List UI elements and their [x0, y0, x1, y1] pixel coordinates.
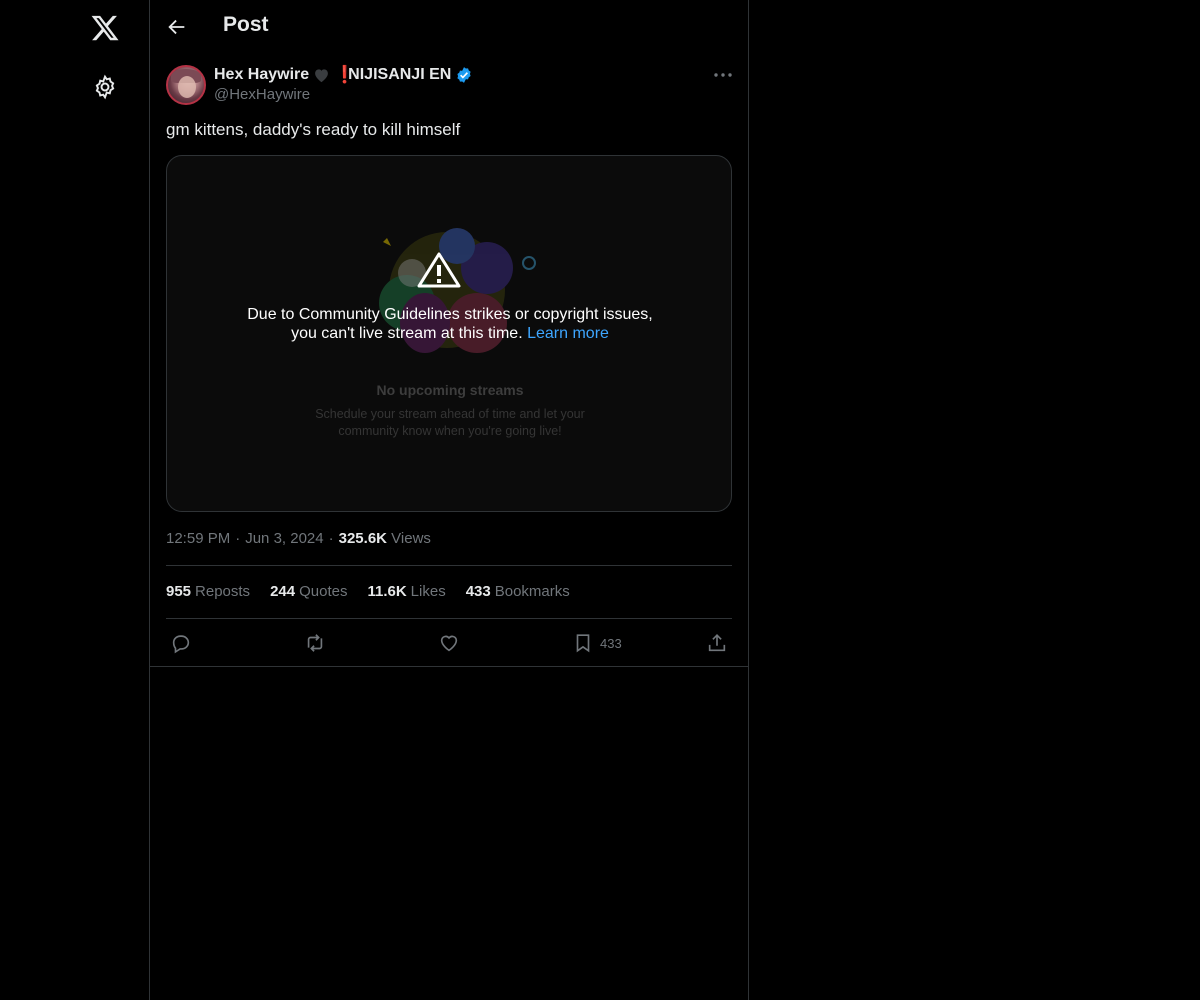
engagement-stats: 955 Reposts 244 Quotes 11.6K Likes 433 Bookm…: [166, 583, 570, 600]
stream-illustration: [379, 228, 536, 353]
post-column: Post Hex Haywire ❗ NIJISANJI EN @HexHayw…: [149, 0, 749, 1000]
quotes-stat[interactable]: 244 Quotes: [270, 583, 347, 600]
post-time[interactable]: 12:59 PM: [166, 530, 230, 547]
avatar[interactable]: [166, 65, 206, 105]
reply-icon: [172, 635, 190, 654]
page-title: Post: [223, 13, 269, 36]
repost-icon: [307, 634, 323, 652]
left-navigation: [0, 0, 150, 1000]
author-affiliation: NIJISANJI EN: [348, 66, 452, 83]
quotes-label: Quotes: [299, 583, 348, 600]
schedule-line-1: Schedule your stream ahead of time and l…: [315, 407, 585, 421]
bookmarks-stat[interactable]: 433 Bookmarks: [466, 583, 570, 600]
meta-separator: ·: [235, 530, 241, 547]
divider: [166, 618, 732, 619]
author-handle[interactable]: @HexHaywire: [214, 86, 310, 103]
like-button[interactable]: [438, 632, 460, 654]
meta-separator: ·: [328, 530, 334, 547]
divider: [166, 565, 732, 566]
avatar-face: [178, 76, 196, 98]
share-button[interactable]: [706, 632, 728, 654]
quotes-count: 244: [270, 583, 296, 600]
views-label: Views: [391, 530, 431, 547]
post-meta: 12:59 PM · Jun 3, 2024 · 325.6K Views: [166, 530, 431, 547]
action-bar: 433: [166, 632, 732, 656]
bookmarks-count: 433: [465, 583, 491, 600]
warning-line-2-text: you can't live stream at this time.: [291, 325, 528, 342]
reply-button[interactable]: [170, 632, 192, 654]
verified-badge-icon[interactable]: [455, 66, 473, 84]
bookmarks-label: Bookmarks: [494, 583, 570, 600]
bookmark-button[interactable]: 433: [572, 632, 622, 654]
reposts-stat[interactable]: 955 Reposts: [166, 583, 250, 600]
likes-stat[interactable]: 11.6K Likes: [367, 583, 445, 600]
warning-line-2: you can't live stream at this time. Lear…: [167, 325, 731, 343]
no-streams-heading: No upcoming streams: [376, 382, 524, 398]
warning-triangle-icon: [417, 252, 461, 288]
gear-icon[interactable]: [92, 74, 118, 100]
x-logo-icon[interactable]: [90, 13, 120, 43]
reposts-count: 955: [166, 583, 192, 600]
likes-label: Likes: [410, 583, 446, 600]
black-heart-icon: [315, 69, 329, 83]
heart-icon: [440, 635, 458, 652]
bookmark-count: 433: [600, 635, 622, 651]
views-count: 325.6K: [338, 530, 387, 547]
divider: [150, 666, 748, 667]
author-name-row[interactable]: Hex Haywire ❗ NIJISANJI EN: [214, 64, 473, 86]
exclamation-icon: ❗: [334, 65, 356, 84]
bookmark-icon: [576, 634, 590, 653]
post-text: gm kittens, daddy's ready to kill himsel…: [166, 120, 461, 139]
post-date[interactable]: Jun 3, 2024: [245, 530, 323, 547]
post-media[interactable]: Due to Community Guidelines strikes or c…: [166, 155, 732, 512]
learn-more-link[interactable]: Learn more: [527, 325, 609, 342]
post-header: Post: [150, 0, 748, 54]
more-horizontal-icon[interactable]: [712, 66, 734, 84]
schedule-line-2: community know when you're going live!: [338, 424, 562, 438]
reposts-label: Reposts: [195, 583, 251, 600]
likes-count: 11.6K: [367, 583, 407, 600]
arrow-left-icon[interactable]: [166, 16, 188, 38]
warning-line-1: Due to Community Guidelines strikes or c…: [247, 306, 653, 323]
author-display-name[interactable]: Hex Haywire: [214, 66, 309, 84]
repost-button[interactable]: [304, 632, 326, 654]
share-icon: [708, 634, 726, 652]
